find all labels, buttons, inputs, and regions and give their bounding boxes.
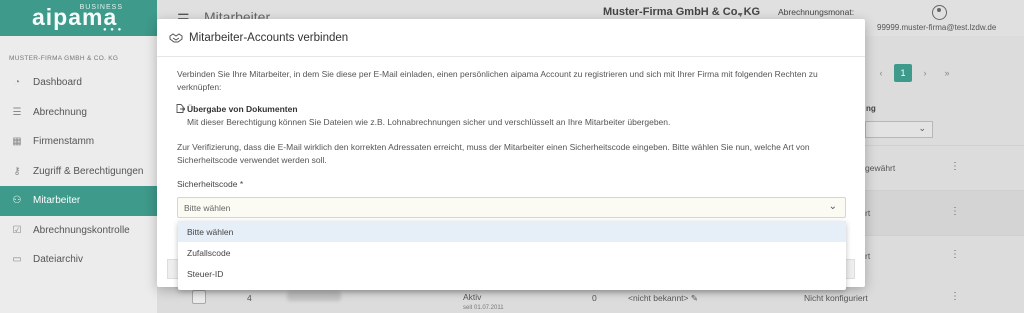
row-status: Aktiv (463, 292, 482, 302)
row-since: seit 01.07.2011 (463, 305, 504, 311)
sidebar-item-dashboard[interactable]: ◔ Dashboard (0, 68, 157, 98)
sidebar-item-abrechnungskontrolle[interactable]: ☑ Abrechnungskontrolle (0, 216, 157, 246)
pagination-prev-button[interactable]: ‹ (872, 64, 890, 82)
key-icon: ⚷ (13, 165, 21, 177)
table-cell: gewährt (865, 163, 896, 173)
column-filter-select[interactable]: ⌄ (865, 121, 933, 138)
sidebar-item-label: Abrechnungskontrolle (33, 224, 130, 236)
verification-text: Zur Verifizierung, dass die E-Mail wirkl… (177, 142, 810, 165)
column-heading: ng (866, 104, 876, 113)
permission-description: Mit dieser Berechtigung können Sie Datei… (187, 117, 671, 127)
clipboard-check-icon: ☑ (12, 224, 22, 236)
row-checkbox[interactable] (192, 290, 206, 304)
dialog-intro: Verbinden Sie Ihre Mitarbeiter, in dem S… (177, 69, 818, 92)
dialog-header: Mitarbeiter-Accounts verbinden (157, 19, 865, 57)
row-count: 0 (592, 293, 597, 303)
handshake-icon (169, 32, 183, 42)
sidebar-item-zugriff[interactable]: ⚷ Zugriff & Berechtigungen (0, 157, 157, 187)
sidebar-item-label: Dateiarchiv (33, 254, 84, 266)
sidebar-company-name: MUSTER-FIRMA GMBH & CO. KG (9, 55, 119, 62)
logo-dots-icon: ● ● ● (103, 27, 123, 33)
security-code-label: Sicherheitscode * (177, 179, 244, 189)
more-vertical-icon[interactable]: ⋮ (950, 249, 960, 260)
pencil-icon[interactable]: ✎ (691, 293, 698, 303)
sidebar-item-label: Mitarbeiter (33, 195, 81, 207)
sidebar: BUSINESS aipama ● ● ● MUSTER-FIRMA GMBH … (0, 0, 157, 313)
row-email: <nicht bekannt> ✎ (628, 293, 698, 304)
pagination-current-page[interactable]: 1 (894, 64, 912, 82)
row-config: Nicht konfiguriert (804, 293, 868, 303)
permission-block: Übergabe von Dokumenten Mit dieser Berec… (176, 103, 847, 129)
people-icon: ⚇ (12, 195, 22, 207)
building-icon: ▦ (12, 136, 22, 148)
pagination-next-button[interactable]: › (916, 64, 934, 82)
more-vertical-icon[interactable]: ⋮ (950, 291, 960, 302)
more-vertical-icon[interactable]: ⋮ (950, 206, 960, 217)
speedometer-icon: ◔ (13, 77, 21, 89)
dialog-title: Mitarbeiter-Accounts verbinden (189, 31, 349, 44)
option-bitte-waehlen[interactable]: Bitte wählen (178, 221, 846, 242)
user-email[interactable]: 99999.muster-firma@test.lzdw.de (877, 23, 996, 32)
more-vertical-icon[interactable]: ⋮ (950, 161, 960, 172)
row-email-text: <nicht bekannt> (628, 293, 689, 303)
blurred-name (287, 291, 341, 301)
caret-down-icon[interactable]: ▼ (737, 12, 744, 19)
document-arrow-icon (176, 104, 185, 113)
row-number: 4 (247, 293, 252, 303)
app-logo[interactable]: BUSINESS aipama ● ● ● (0, 0, 157, 36)
security-code-select[interactable]: Bitte wählen ⌄ (177, 197, 846, 218)
sidebar-item-abrechnung[interactable]: ☰ Abrechnung (0, 98, 157, 128)
sidebar-item-mitarbeiter[interactable]: ⚇ Mitarbeiter (0, 186, 157, 216)
chevron-down-icon: ⌄ (918, 123, 926, 133)
sidebar-nav: ◔ Dashboard ☰ Abrechnung ▦ Firmenstamm ⚷… (0, 68, 157, 275)
chevron-down-icon: ⌄ (828, 201, 837, 212)
table-cell: rt (865, 251, 871, 261)
table-cell: rt (865, 208, 871, 218)
sidebar-item-label: Dashboard (33, 77, 82, 89)
permission-title: Übergabe von Dokumenten (187, 104, 298, 114)
sidebar-item-label: Abrechnung (33, 106, 87, 118)
user-icon[interactable] (932, 5, 947, 20)
pagination-last-button[interactable]: » (938, 64, 956, 82)
month-label: Abrechnungsmonat: (778, 7, 855, 17)
option-steuer-id[interactable]: Steuer-ID (178, 263, 846, 284)
sidebar-item-label: Firmenstamm (33, 136, 95, 148)
option-zufallscode[interactable]: Zufallscode (178, 242, 846, 263)
archive-icon: ▭ (12, 254, 22, 266)
sidebar-item-dateiarchiv[interactable]: ▭ Dateiarchiv (0, 245, 157, 275)
pagination: ‹ 1 › » (872, 64, 956, 82)
dialog-body: Verbinden Sie Ihre Mitarbeiter, in dem S… (176, 68, 847, 191)
sidebar-item-firmenstamm[interactable]: ▦ Firmenstamm (0, 127, 157, 157)
sidebar-item-label: Zugriff & Berechtigungen (33, 165, 144, 177)
list-icon: ☰ (12, 106, 22, 118)
security-code-dropdown: Bitte wählen Zufallscode Steuer-ID (178, 221, 846, 290)
security-code-select-value: Bitte wählen (184, 203, 231, 213)
